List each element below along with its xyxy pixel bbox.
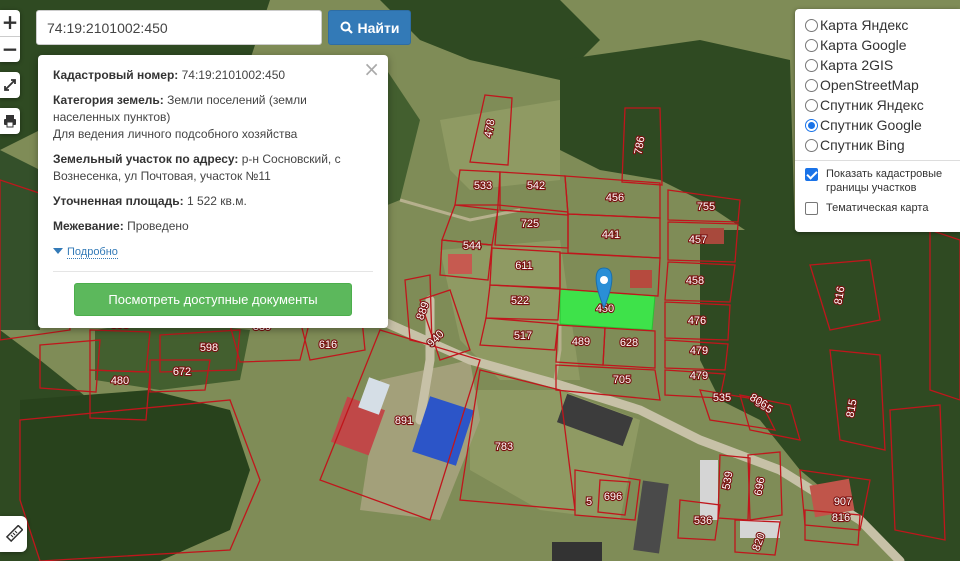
thematic-map-label: Тематическая карта bbox=[826, 202, 929, 214]
fullscreen-icon bbox=[4, 79, 16, 91]
parcel-number-label[interactable]: 522 bbox=[510, 294, 531, 308]
zoom-control: + − bbox=[0, 10, 20, 62]
layer-option-label: Спутник Bing bbox=[820, 137, 905, 153]
parcel-number-label[interactable]: 783 bbox=[494, 440, 515, 454]
parcel-number-label[interactable]: 611 bbox=[514, 259, 534, 273]
parcel-number-label[interactable]: 755 bbox=[696, 200, 717, 214]
parcel-number-label[interactable]: 536 bbox=[693, 514, 714, 528]
show-boundaries-checkbox[interactable] bbox=[805, 168, 818, 181]
area-label: Уточненная площадь: bbox=[53, 194, 184, 208]
parcel-number-label[interactable]: 476 bbox=[687, 314, 708, 328]
parcel-number-label[interactable]: 480 bbox=[110, 374, 131, 388]
layer-option[interactable]: Карта Google bbox=[805, 35, 960, 55]
layer-radio[interactable] bbox=[805, 18, 818, 32]
ruler-button[interactable] bbox=[0, 516, 27, 552]
layer-option[interactable]: Карта Яндекс bbox=[805, 15, 960, 35]
parcel-number-label[interactable]: 816 bbox=[831, 511, 852, 525]
survey-row: Межевание: Проведено bbox=[53, 218, 373, 235]
parcel-number-label[interactable]: 458 bbox=[685, 274, 706, 288]
parcel-number-label[interactable]: 517 bbox=[513, 329, 534, 343]
parcel-number-label[interactable]: 535 bbox=[712, 391, 733, 405]
find-button-label: Найти bbox=[357, 19, 400, 36]
layer-option[interactable]: OpenStreetMap bbox=[805, 75, 960, 95]
thematic-map-checkbox[interactable] bbox=[805, 202, 818, 215]
address-row: Земельный участок по адресу: р-н Сосновс… bbox=[53, 151, 373, 185]
parcel-number-label[interactable]: 628 bbox=[619, 336, 640, 350]
layer-option[interactable]: Карта 2GIS bbox=[805, 55, 960, 75]
thematic-map-option[interactable]: Тематическая карта bbox=[805, 201, 960, 215]
divider bbox=[795, 160, 960, 161]
parcel-number-label[interactable]: 616 bbox=[318, 338, 339, 352]
layer-radio[interactable] bbox=[805, 118, 818, 132]
parcel-number-label[interactable]: 479 bbox=[689, 369, 710, 383]
zoom-in-button[interactable]: + bbox=[0, 10, 20, 36]
layer-radio[interactable] bbox=[805, 98, 818, 112]
parcel-number-label[interactable]: 725 bbox=[520, 217, 541, 231]
parcel-number-label[interactable]: 456 bbox=[605, 191, 626, 205]
more-details[interactable]: Подробно bbox=[53, 243, 373, 261]
parcel-number-label[interactable]: 696 bbox=[603, 490, 624, 504]
layer-option-label: OpenStreetMap bbox=[820, 77, 919, 93]
parcel-number-label[interactable]: 891 bbox=[394, 414, 415, 428]
layer-option[interactable]: Спутник Яндекс bbox=[805, 95, 960, 115]
land-use-value: Для ведения личного подсобного хозяйства bbox=[53, 127, 298, 141]
layer-switcher: Карта Яндекс Карта Google Карта 2GIS OpenSt… bbox=[795, 9, 960, 232]
search-icon bbox=[340, 21, 353, 34]
layer-radio[interactable] bbox=[805, 58, 818, 72]
more-details-link[interactable]: Подробно bbox=[67, 246, 118, 259]
layer-option-label: Карта Google bbox=[820, 37, 907, 53]
layer-radio[interactable] bbox=[805, 138, 818, 152]
parcel-number-label[interactable]: 672 bbox=[172, 365, 193, 379]
cadastral-number-row: Кадастровый номер: 74:19:2101002:450 bbox=[53, 67, 373, 84]
layer-radio[interactable] bbox=[805, 78, 818, 92]
layer-option-label: Спутник Google bbox=[820, 117, 922, 133]
layer-option[interactable]: Спутник Google bbox=[805, 115, 960, 135]
parcel-number-label[interactable]: 457 bbox=[688, 233, 709, 247]
survey-label: Межевание: bbox=[53, 219, 124, 233]
view-documents-button[interactable]: Посмотреть доступные документы bbox=[74, 283, 352, 316]
layer-option-label: Спутник Яндекс bbox=[820, 97, 924, 113]
find-button[interactable]: Найти bbox=[328, 10, 411, 45]
parcel-number-label[interactable]: 598 bbox=[199, 341, 220, 355]
parcel-number-label[interactable]: 489 bbox=[571, 335, 592, 349]
parcel-number-label[interactable]: 705 bbox=[612, 373, 633, 387]
parcel-info-popup: × Кадастровый номер: 74:19:2101002:450 К… bbox=[38, 55, 388, 328]
print-icon bbox=[4, 115, 16, 128]
parcel-number-label[interactable]: 907 bbox=[833, 495, 854, 509]
land-category-row: Категория земель: Земли поселений (земли… bbox=[53, 92, 373, 143]
area-row: Уточненная площадь: 1 522 кв.м. bbox=[53, 193, 373, 210]
zoom-out-button[interactable]: − bbox=[0, 36, 20, 62]
area-value: 1 522 кв.м. bbox=[186, 194, 247, 208]
parcel-number-label[interactable]: 5 bbox=[585, 495, 593, 509]
cadastral-number-label: Кадастровый номер: bbox=[53, 68, 179, 82]
show-boundaries-option[interactable]: Показать кадастровые границы участков bbox=[805, 167, 960, 195]
parcel-number-label[interactable]: 544 bbox=[462, 239, 483, 253]
close-icon[interactable]: × bbox=[363, 59, 380, 79]
layer-option-label: Карта Яндекс bbox=[820, 17, 909, 33]
layer-option[interactable]: Спутник Bing bbox=[805, 135, 960, 155]
parcel-number-label[interactable]: 542 bbox=[526, 179, 547, 193]
search-input[interactable] bbox=[36, 10, 322, 45]
divider bbox=[53, 271, 373, 272]
print-button[interactable] bbox=[0, 108, 20, 134]
cadastral-number-value: 74:19:2101002:450 bbox=[181, 68, 286, 82]
address-label: Земельный участок по адресу: bbox=[53, 152, 239, 166]
ruler-icon bbox=[5, 525, 23, 543]
land-category-label: Категория земель: bbox=[53, 93, 164, 107]
parcel-number-label[interactable]: 533 bbox=[473, 179, 494, 193]
survey-value: Проведено bbox=[127, 219, 189, 233]
caret-down-icon bbox=[53, 248, 63, 254]
show-boundaries-label: Показать кадастровые границы участков bbox=[826, 168, 943, 194]
parcel-number-label[interactable]: 441 bbox=[601, 228, 622, 242]
layer-radio[interactable] bbox=[805, 38, 818, 52]
fullscreen-button[interactable] bbox=[0, 72, 20, 98]
layer-option-label: Карта 2GIS bbox=[820, 57, 894, 73]
parcel-number-label[interactable]: 479 bbox=[689, 344, 710, 358]
